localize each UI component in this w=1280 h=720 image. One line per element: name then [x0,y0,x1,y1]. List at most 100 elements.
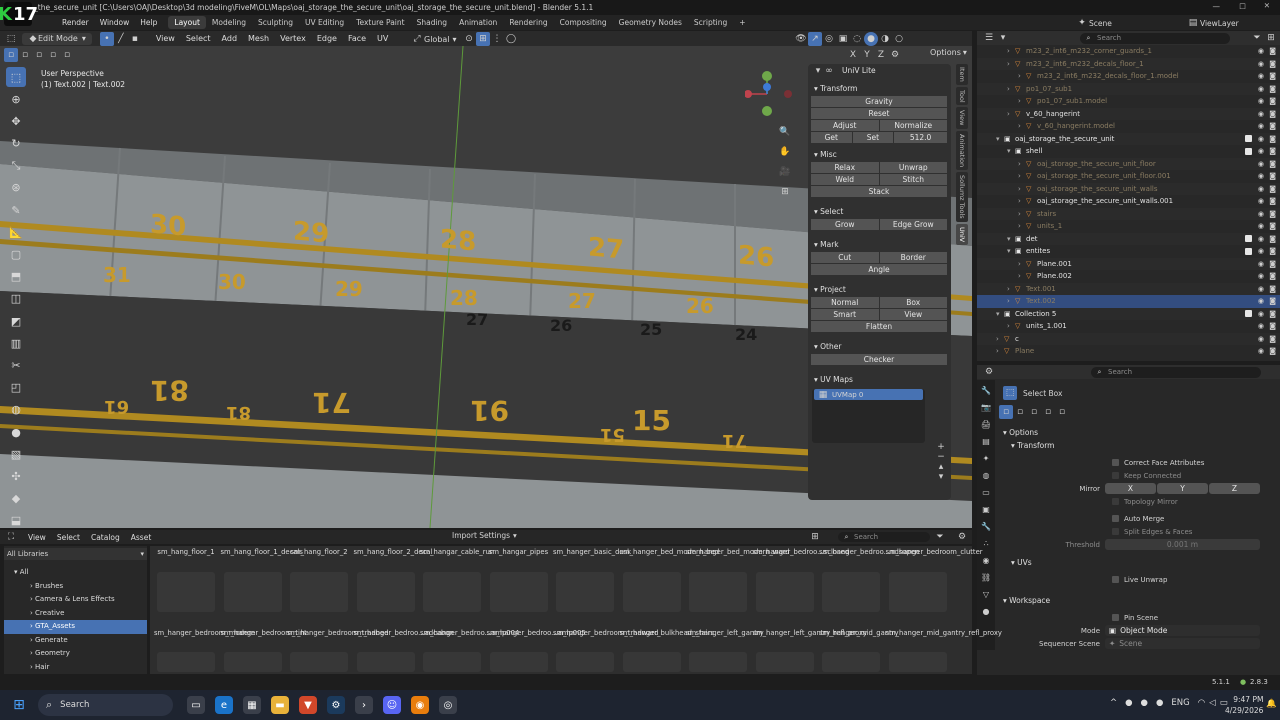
outliner-row[interactable]: ▾ ▣ shell ◉ ◙ [977,145,1280,158]
asset-label[interactable]: sm_hangar_cable_run [420,548,494,556]
pin-scene-checkbox[interactable]: Pin Scene [1112,611,1274,624]
wifi-icon[interactable]: ◠ [1198,698,1205,708]
render-camera-icon[interactable]: ◙ [1269,135,1276,143]
asset-editor-icon[interactable]: ⛶ [4,530,18,544]
render-camera-icon[interactable]: ◙ [1269,110,1276,118]
normalize-button[interactable]: Normalize [879,120,947,131]
mark-section-header[interactable]: ▾ Mark [808,238,951,252]
move-tool-icon[interactable]: ✥ [6,111,26,131]
asset-thumbnail[interactable] [290,572,348,612]
outliner-row[interactable]: › ▽ c ◉ ◙ [977,332,1280,345]
outliner-row[interactable]: › ▽ Plane.002 ◉ ◙ [977,270,1280,283]
asset-label[interactable]: sm_hang_floor_1 [154,548,218,556]
options-dropdown[interactable]: Options ▾ [930,48,967,57]
outliner-row[interactable]: › ▽ m23_2_int6_m232_decals_floor_1 ◉ ◙ [977,57,1280,70]
expand-arrow-icon[interactable]: › [1018,97,1026,105]
rip-tool-icon[interactable]: ⬓ [6,511,26,531]
asset-thumbnail[interactable] [888,652,947,672]
render-camera-icon[interactable]: ◙ [1269,222,1276,230]
outliner-row[interactable]: › ▽ Plane ◉ ◙ [977,345,1280,358]
render-camera-icon[interactable]: ◙ [1269,197,1276,205]
display-mode-icon[interactable]: ⊞ [808,530,822,544]
modifier-tab-icon[interactable]: 🔧 [979,519,993,533]
asset-label[interactable]: sm_hanger_bulkhead_stairs [620,629,714,637]
asset-thumbnail[interactable] [423,572,481,612]
display-mode-icon[interactable]: ▾ [996,31,1010,45]
extrude-tool-icon[interactable]: ⬒ [6,267,26,287]
menu-select[interactable]: Select [186,34,211,43]
expand-arrow-icon[interactable]: › [1018,222,1026,230]
topology-mirror-checkbox[interactable]: Topology Mirror [1112,495,1274,508]
properties-editor-icon[interactable]: ⚙ [982,365,996,379]
box-button[interactable]: Box [879,297,947,308]
asset-thumbnail[interactable] [290,652,348,672]
inset-tool-icon[interactable]: ◫ [6,289,26,309]
asset-thumbnail[interactable] [888,572,947,612]
expand-arrow-icon[interactable]: › [1018,122,1026,130]
asset-label[interactable]: sm_hanger_bedroom_modern [154,629,255,637]
expand-arrow-icon[interactable]: › [1018,197,1026,205]
tab-rendering[interactable]: Rendering [503,16,553,29]
overlay-icon[interactable]: ◎ [822,32,836,46]
visibility-eye-icon[interactable]: ◉ [1258,335,1264,343]
outliner-row[interactable]: › ▽ m23_2_int6_m232_decals_floor_1.model ◉ ◙ [977,70,1280,83]
xray-icon[interactable]: ▣ [836,32,850,46]
expand-arrow-icon[interactable]: ▾ [996,135,1004,143]
catalog-item[interactable]: › Generate [4,634,147,648]
expand-arrow-icon[interactable]: › [1018,72,1026,80]
menu-render[interactable]: Render [62,18,89,27]
project-section-header[interactable]: ▾ Project [808,283,951,297]
expand-arrow-icon[interactable]: › [1018,160,1026,168]
scene-tab-icon[interactable]: ✦ [979,451,993,465]
render-camera-icon[interactable]: ◙ [1269,322,1276,330]
sequencer-scene-field[interactable]: ✦ Scene [1105,638,1260,649]
task-view-icon[interactable]: ▭ [187,696,205,714]
snap-target-icon[interactable]: ⋮ [490,32,504,46]
asset-label[interactable]: sm_hanger_bed_modern_ward [686,548,790,556]
volume-icon[interactable]: ◁ [1209,698,1216,708]
menu-help[interactable]: Help [140,18,157,27]
mode-dropdown[interactable]: ◆ Edit Mode ▾ [22,32,92,45]
settings-gear-icon[interactable]: ⚙ [955,530,969,544]
asset-label[interactable]: sm_hanger_mid_gantry [819,629,899,637]
asset-thumbnail[interactable] [423,652,481,672]
asset-menu-select[interactable]: Select [57,533,80,542]
render-camera-icon[interactable]: ◙ [1269,160,1276,168]
object-tab-icon[interactable]: ▣ [979,502,993,516]
set-button[interactable]: Set [852,132,894,143]
cursor-tool-icon[interactable]: ⊕ [6,89,26,109]
asset-menu-catalog[interactable]: Catalog [91,533,120,542]
navigation-gizmo[interactable] [744,68,795,120]
knife-tool-icon[interactable]: ✂ [6,355,26,375]
material-shading-icon[interactable]: ◑ [878,32,892,46]
scene-selector[interactable]: ✦ Scene [1075,16,1149,30]
transform-tool-icon[interactable]: ⊛ [6,178,26,198]
exclude-checkbox[interactable] [1245,310,1252,318]
visibility-eye-icon[interactable]: ◉ [1258,47,1264,55]
select-subtract-icon[interactable]: ▫ [1027,405,1041,419]
outliner-row[interactable]: › ▽ units_1 ◉ ◙ [977,220,1280,233]
remove-icon[interactable]: − [936,452,946,462]
auto-merge-checkbox[interactable]: Auto Merge [1112,512,1274,525]
outliner-row[interactable]: › ▽ v_60_hangerint.model ◉ ◙ [977,120,1280,133]
render-camera-icon[interactable]: ◙ [1269,210,1276,218]
visibility-eye-icon[interactable]: ◉ [1258,122,1264,130]
render-camera-icon[interactable]: ◙ [1269,185,1276,193]
menu-mesh[interactable]: Mesh [248,34,269,43]
outliner-row[interactable]: › ▽ oaj_storage_the_secure_unit_walls ◉ ◙ [977,182,1280,195]
outliner-row[interactable]: ▾ ▣ entites ◉ ◙ [977,245,1280,258]
asset-thumbnail[interactable] [689,652,747,672]
select-invert-icon[interactable]: ▫ [1041,405,1055,419]
asset-thumbnail[interactable] [356,572,415,612]
catalog-item[interactable]: › Creative [4,607,147,621]
outliner-row[interactable]: › ▽ v_60_hangerint ◉ ◙ [977,107,1280,120]
reset-button[interactable]: Reset [811,108,947,119]
asset-thumbnail[interactable] [223,652,282,672]
render-camera-icon[interactable]: ◙ [1269,235,1276,243]
menu-add[interactable]: Add [222,34,238,43]
store-icon[interactable]: ▦ [243,696,261,714]
outliner-row[interactable]: › ▽ oaj_storage_the_secure_unit_walls.001 ◉… [977,195,1280,208]
select-intersect-icon[interactable]: ▫ [1055,405,1069,419]
outliner-row[interactable]: › ▽ units_1.001 ◉ ◙ [977,320,1280,333]
checker-button[interactable]: Checker [811,354,947,365]
